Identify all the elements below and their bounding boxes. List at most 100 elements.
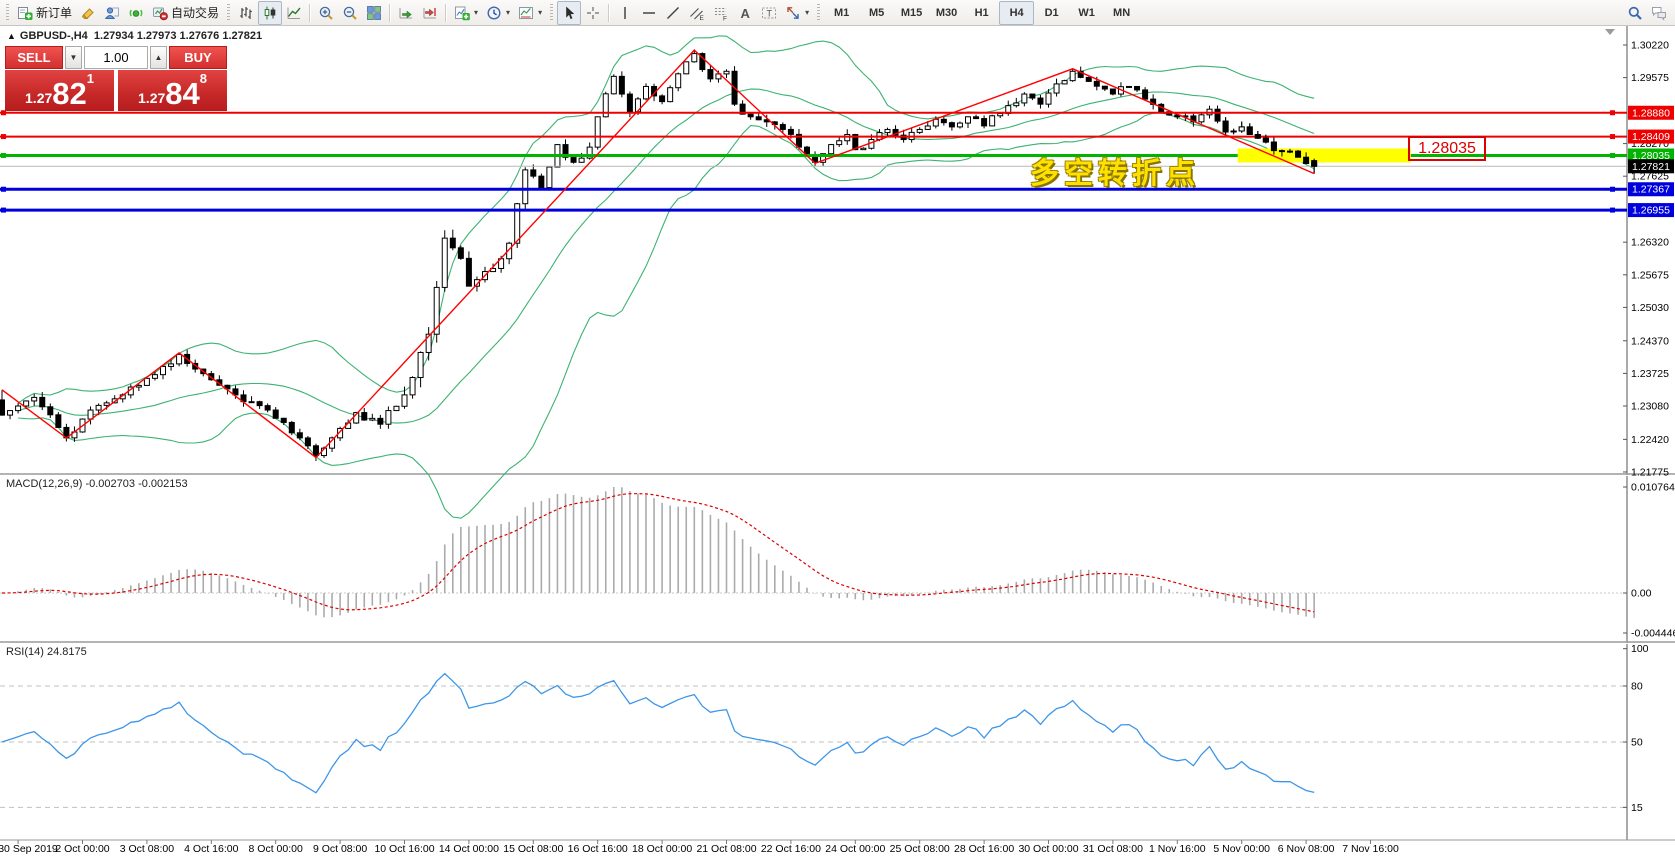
line-handle[interactable] [1610,110,1615,116]
timeframe-w1-button[interactable]: W1 [1069,1,1104,25]
main-price-pane[interactable] [0,35,1627,519]
top-toolbar: 新订单 自动交易 ▾ ▾ ▾ E F A T ▾ M1 M5 M15 M30 H1 H4 D1 W1 MN [0,0,1675,26]
macd-signal-line [1,493,1315,613]
periods-icon [487,5,501,20]
svg-text:A: A [741,6,751,21]
text-label-button[interactable]: T [757,1,781,25]
time-tick-label: 25 Oct 08:00 [890,843,950,855]
time-tick-label: 14 Oct 00:00 [439,843,499,855]
timeframe-m5-button[interactable]: M5 [859,1,894,25]
equidistant-channel-button[interactable]: E [685,1,709,25]
fibonacci-button[interactable]: F [709,1,733,25]
tile-windows-button[interactable] [362,1,386,25]
crosshair-button[interactable] [581,1,605,25]
zoom-in-button[interactable] [314,1,338,25]
horizontal-line-button[interactable] [637,1,661,25]
text-label-icon: T [762,7,777,18]
sell-price-int: 1.27 [25,90,53,106]
svg-text:E: E [700,15,705,21]
candle-chart-button[interactable] [258,0,283,25]
line-handle[interactable] [1,152,6,158]
collapse-panel-icon[interactable]: ▲ [7,31,16,41]
periods-button[interactable]: ▾ [482,1,514,25]
zigzag-line [1,49,1315,459]
time-tick-label: 2 Oct 00:00 [55,843,109,855]
highlight-rectangle[interactable] [1237,148,1411,163]
toolbar-separator [608,3,611,22]
line-handle[interactable] [1610,186,1615,192]
timeframe-h1-button[interactable]: H1 [964,1,999,25]
toolbar-grip [550,3,554,22]
auto-scroll-icon [399,7,413,18]
chart-shift-button[interactable] [418,1,442,25]
line-handle[interactable] [1,186,6,192]
timeframe-h4-button[interactable]: H4 [999,0,1035,25]
new-order-button[interactable]: 新订单 [13,1,76,25]
cursor-button[interactable] [557,0,582,25]
time-tick-label: 28 Oct 16:00 [954,843,1014,855]
timeframe-m30-button[interactable]: M30 [929,1,964,25]
timeframe-d1-button[interactable]: D1 [1034,1,1069,25]
text-button[interactable]: A [733,1,757,25]
arrows-icon [787,6,799,19]
turning-point-annotation[interactable]: 多空转折点 [1030,150,1200,192]
new-order-icon [18,6,33,20]
signals-button[interactable] [124,1,148,25]
ohlc-values: 1.27934 1.27973 1.27676 1.27821 [93,30,263,42]
metaeditor-button[interactable] [76,1,100,25]
time-axis[interactable]: 30 Sep 20192 Oct 00:00 3 Oct 08:00 4 Oct 1… [0,840,1399,855]
macd-pane[interactable] [0,487,1627,619]
chart-shift-marker[interactable] [1605,29,1615,35]
axis-label: 100 [1631,643,1649,655]
sell-quote[interactable]: 1.27 82 1 [5,70,114,111]
line-handle[interactable] [1,110,6,116]
line-chart-button[interactable] [282,1,306,25]
zoom-out-button[interactable] [338,1,362,25]
chat-button[interactable] [1647,1,1671,25]
price-chart-canvas[interactable]: 1.302201.295751.282701.276251.263201.256… [0,0,1675,857]
line-chart-icon [287,7,301,19]
timeframe-m15-button[interactable]: M15 [894,1,929,25]
trendline-button[interactable] [661,1,685,25]
timeframe-m1-button[interactable]: M1 [824,1,859,25]
volume-increase-button[interactable]: ▲ [150,46,167,69]
time-tick-label: 3 Oct 08:00 [120,843,174,855]
arrows-button[interactable]: ▾ [781,1,813,25]
fibonacci-icon: F [715,7,727,21]
line-handle[interactable] [1,207,6,213]
time-tick-label: 31 Oct 08:00 [1083,843,1143,855]
line-handle[interactable] [1610,207,1615,213]
templates-icon [519,6,534,19]
search-button[interactable] [1623,1,1647,25]
sell-button[interactable]: SELL [5,46,63,69]
buy-button[interactable]: BUY [169,46,227,69]
toolbar-separator [309,3,312,22]
vertical-line-button[interactable] [613,1,637,25]
line-handle[interactable] [1610,134,1615,140]
line-handle[interactable] [1610,152,1615,158]
new-chart-button[interactable]: ▾ [450,1,482,25]
dropdown-arrow-icon[interactable]: ▾ [474,8,478,17]
price-callout-box[interactable]: 1.28035 [1408,136,1486,161]
templates-button[interactable]: ▾ [514,1,546,25]
rsi-pane[interactable] [0,672,1627,808]
autotrading-button[interactable]: 自动交易 [148,1,223,25]
svg-text:T: T [767,8,773,18]
buy-price-pip: 8 [199,71,207,86]
volume-decrease-button[interactable]: ▼ [65,46,82,69]
timeframe-mn-button[interactable]: MN [1104,1,1139,25]
candle-chart-icon [264,6,276,19]
terminal-button[interactable] [100,1,124,25]
line-handle[interactable] [1,134,6,140]
volume-input[interactable]: 1.00 [84,46,148,69]
axis-label: 1.28880 [1632,107,1670,119]
buy-quote[interactable]: 1.27 84 8 [118,70,227,111]
dropdown-arrow-icon[interactable]: ▾ [506,8,510,17]
dropdown-arrow-icon[interactable]: ▾ [538,8,542,17]
axis-label: 80 [1631,680,1643,692]
zoom-in-icon [319,6,333,20]
buy-price-int: 1.27 [138,90,166,106]
dropdown-arrow-icon[interactable]: ▾ [805,8,809,17]
auto-scroll-button[interactable] [394,1,418,25]
bar-chart-button[interactable] [234,1,258,25]
